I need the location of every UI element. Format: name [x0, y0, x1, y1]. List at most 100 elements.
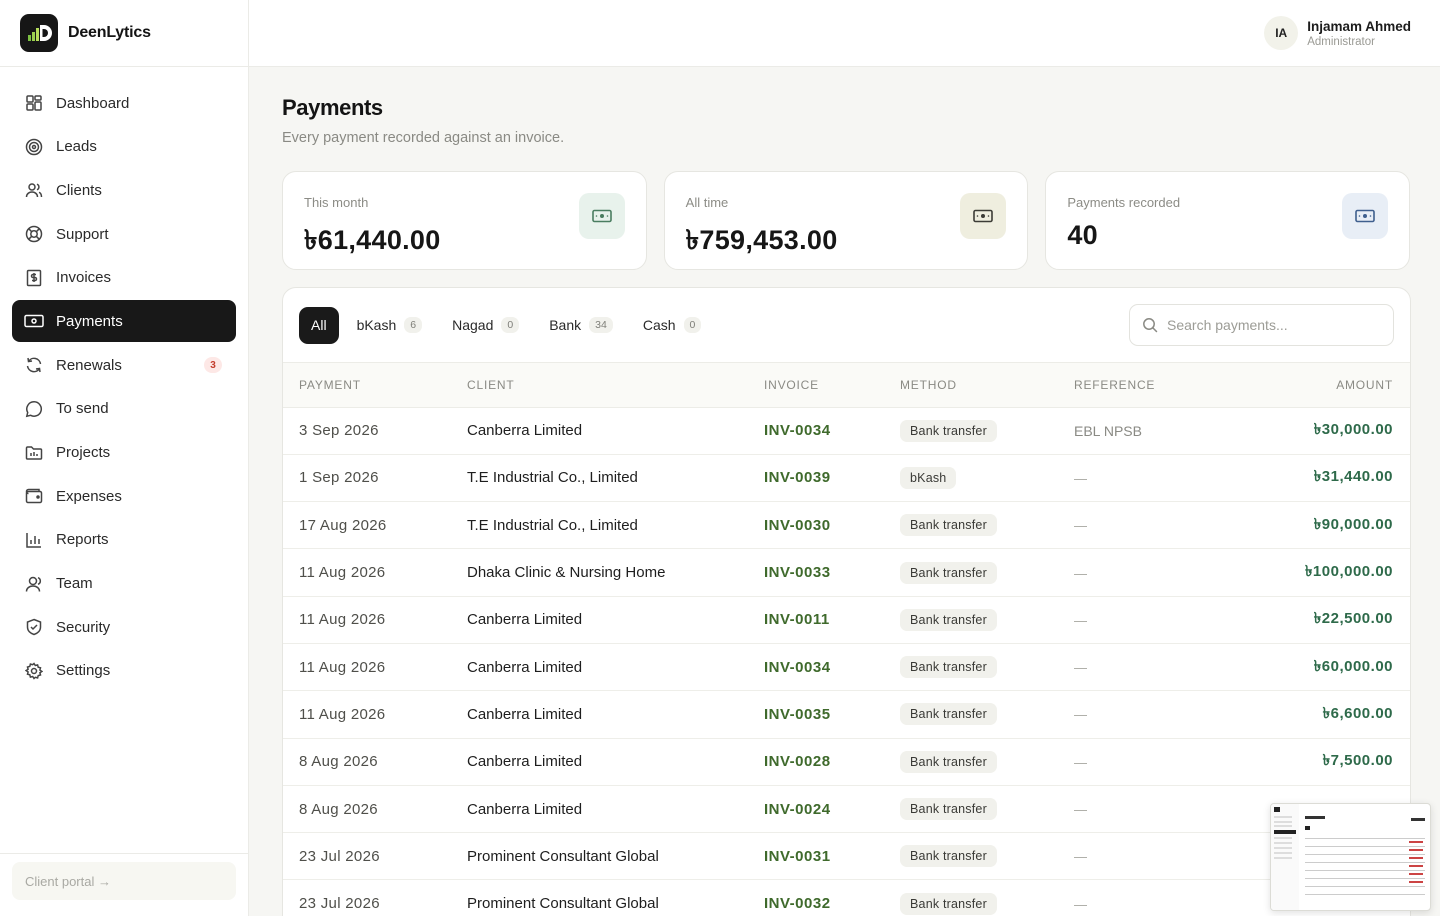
method-cell: Bank transfer	[884, 880, 1058, 916]
table-row[interactable]: 8 Aug 2026 Canberra Limited INV-0028 Bank t…	[283, 738, 1410, 786]
sidebar-item-leads[interactable]: Leads	[12, 126, 236, 168]
payment-date-cell: 8 Aug 2026	[299, 800, 378, 818]
invoice-icon	[24, 268, 44, 288]
sidebar-item-settings[interactable]: Settings	[12, 650, 236, 692]
sidebar-item-reports[interactable]: Reports	[12, 519, 236, 561]
topbar: IA Injamam Ahmed Administrator	[249, 0, 1440, 67]
table-row[interactable]: 3 Sep 2026 Canberra Limited INV-0034 Bank t…	[283, 407, 1410, 455]
invoice-cell[interactable]: INV-0028	[748, 738, 884, 785]
table-row[interactable]: 23 Jul 2026 Prominent Consultant Global IN…	[283, 833, 1410, 880]
column-header-reference[interactable]: REFERENCE	[1058, 363, 1238, 408]
logo-icon	[28, 25, 52, 41]
sidebar-item-team[interactable]: Team	[12, 563, 236, 605]
invoice-cell[interactable]: INV-0011	[748, 596, 884, 643]
avatar[interactable]: IA	[1264, 16, 1299, 50]
team-icon	[24, 574, 44, 594]
method-badge: Bank transfer	[900, 750, 997, 773]
invoice-cell[interactable]: INV-0030	[748, 502, 884, 549]
tab-cash[interactable]: Cash 0	[631, 307, 714, 344]
tab-nagad[interactable]: Nagad 0	[440, 307, 531, 344]
search-box[interactable]	[1129, 304, 1394, 346]
reference-cell: —	[1058, 833, 1238, 880]
amount-cell: ৳6,600.00	[1322, 704, 1393, 722]
sidebar: DeenLytics Dashboard Leads Clients Support I…	[0, 0, 249, 916]
sidebar-item-expenses[interactable]: Expenses	[12, 475, 236, 517]
banknote-icon	[1342, 193, 1389, 239]
table-row[interactable]: 11 Aug 2026 Canberra Limited INV-0011 Bank …	[283, 596, 1410, 644]
reference-text: —	[1074, 802, 1087, 818]
client-cell: Canberra Limited	[467, 611, 583, 629]
sidebar-item-support[interactable]: Support	[12, 213, 236, 255]
reference-cell: —	[1058, 549, 1238, 596]
sidebar-item-renewals[interactable]: Renewals 3	[12, 344, 236, 386]
table-row[interactable]: 11 Aug 2026 Dhaka Clinic & Nursing Home IN…	[283, 549, 1410, 597]
client-cell: T.E Industrial Co., Limited	[467, 469, 638, 487]
sidebar-item-to-send[interactable]: To send	[12, 388, 236, 430]
sidebar-item-label: Renewals	[56, 356, 122, 374]
column-header-client[interactable]: CLIENT	[451, 363, 748, 408]
table-row[interactable]: 11 Aug 2026 Canberra Limited INV-0034 Bank …	[283, 643, 1410, 691]
table-row[interactable]: 1 Sep 2026 T.E Industrial Co., Limited INV…	[283, 454, 1410, 502]
column-header-amount[interactable]: AMOUNT	[1238, 363, 1410, 408]
banknote-icon	[24, 311, 44, 331]
invoice-cell[interactable]: INV-0032	[748, 880, 884, 916]
payment-date-cell: 11 Aug 2026	[299, 611, 386, 629]
invoice-cell[interactable]: INV-0034	[748, 643, 884, 690]
client-cell: Canberra Limited	[467, 422, 583, 440]
count-badge: 3	[204, 357, 222, 374]
payment-date-cell: 8 Aug 2026	[299, 753, 378, 771]
banknote-icon	[578, 193, 625, 239]
sidebar-item-invoices[interactable]: Invoices	[12, 257, 236, 299]
payment-date-cell: 23 Jul 2026	[299, 847, 380, 865]
sidebar-item-security[interactable]: Security	[12, 606, 236, 648]
column-header-method[interactable]: METHOD	[884, 363, 1058, 408]
table-row[interactable]: 23 Jul 2026 Prominent Consultant Global IN…	[283, 880, 1410, 916]
sidebar-item-clients[interactable]: Clients	[12, 169, 236, 211]
client-portal-link[interactable]: Client portal →	[12, 862, 236, 900]
brand[interactable]: DeenLytics	[0, 0, 248, 67]
column-header-invoice[interactable]: INVOICE	[748, 363, 884, 408]
tab-bkash[interactable]: bKash 6	[345, 307, 435, 344]
user-menu[interactable]: IA Injamam Ahmed Administrator	[1264, 16, 1411, 50]
reference-text: —	[1074, 660, 1087, 676]
banknote-icon	[960, 193, 1007, 239]
sidebar-item-payments[interactable]: Payments	[12, 300, 236, 343]
reference-text: —	[1074, 849, 1087, 865]
table-row[interactable]: 11 Aug 2026 Canberra Limited INV-0035 Bank …	[283, 691, 1410, 739]
payment-date-cell: 17 Aug 2026	[299, 516, 387, 534]
stat-label: Payments recorded	[1067, 195, 1181, 210]
method-cell: Bank transfer	[884, 549, 1058, 596]
invoice-cell[interactable]: INV-0024	[748, 785, 884, 832]
tab-all[interactable]: All	[299, 306, 339, 344]
users-icon	[24, 180, 44, 200]
lifebuoy-icon	[24, 224, 44, 244]
payments-table: PAYMENT CLIENT INVOICE METHOD REFERENCE …	[283, 363, 1410, 916]
reference-text: —	[1074, 565, 1087, 581]
stat-value: ৳61,440.00	[304, 225, 441, 255]
tab-bank[interactable]: Bank 34	[537, 307, 625, 344]
method-badge: Bank transfer	[900, 845, 997, 868]
tab-count-badge: 0	[501, 317, 520, 333]
user-name: Injamam Ahmed	[1307, 18, 1411, 34]
invoice-cell[interactable]: INV-0039	[748, 454, 884, 501]
invoice-cell[interactable]: INV-0034	[748, 407, 884, 454]
method-badge: Bank transfer	[900, 656, 997, 679]
table-row[interactable]: 17 Aug 2026 T.E Industrial Co., Limited IN…	[283, 502, 1410, 549]
invoice-cell[interactable]: INV-0033	[748, 549, 884, 596]
search-input[interactable]	[1167, 317, 1377, 333]
sidebar-item-projects[interactable]: Projects	[12, 432, 236, 474]
invoice-cell[interactable]: INV-0035	[748, 691, 884, 738]
method-badge: bKash	[900, 466, 957, 489]
sidebar-item-label: Reports	[56, 531, 109, 549]
sidebar-item-dashboard[interactable]: Dashboard	[12, 82, 236, 124]
page-preview-thumbnail[interactable]	[1270, 803, 1431, 911]
method-cell: Bank transfer	[884, 738, 1058, 785]
tab-label: Bank	[549, 317, 582, 333]
stat-value: ৳759,453.00	[685, 225, 838, 255]
invoice-cell[interactable]: INV-0031	[748, 833, 884, 880]
column-header-payment[interactable]: PAYMENT	[283, 363, 451, 408]
method-cell: Bank transfer	[884, 407, 1058, 454]
method-cell: bKash	[884, 454, 1058, 501]
table-row[interactable]: 8 Aug 2026 Canberra Limited INV-0024 Bank t…	[283, 785, 1410, 833]
client-cell: T.E Industrial Co., Limited	[467, 516, 638, 534]
